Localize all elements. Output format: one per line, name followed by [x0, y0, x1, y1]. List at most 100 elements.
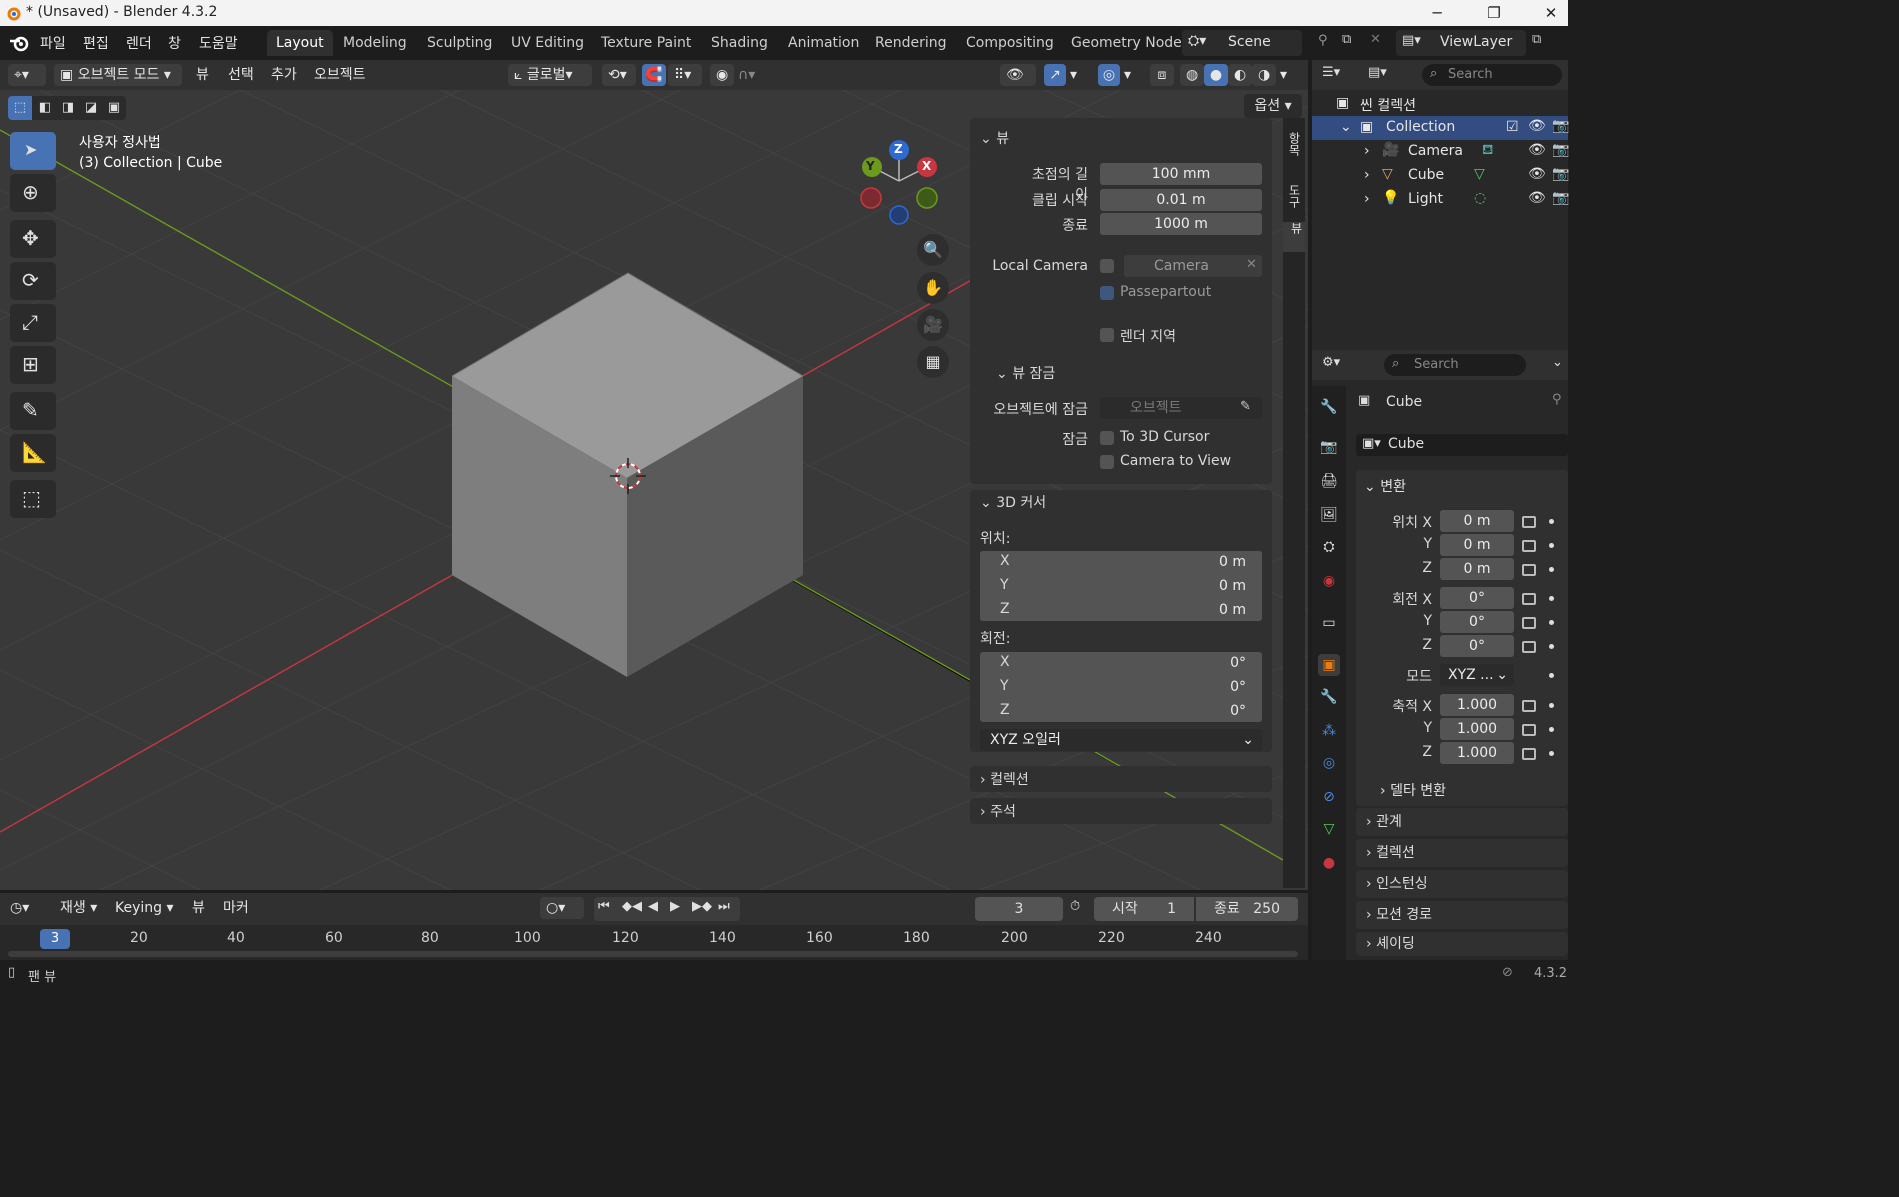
auto-keying-icon[interactable]: ○▾ [540, 897, 584, 919]
shading-section[interactable]: › 셰이딩 [1356, 932, 1568, 956]
keyframe-dot-icon[interactable] [1549, 703, 1554, 708]
cursor-loc-z-field[interactable]: 0 m [980, 599, 1262, 621]
menu-object[interactable]: 오브젝트 [314, 64, 366, 86]
select-extend-icon[interactable]: ◧ [34, 96, 56, 120]
timeline-view-menu[interactable]: 뷰 [192, 897, 205, 919]
timeline-ruler[interactable]: 3 20 40 60 80 100 120 140 160 180 200 22… [0, 925, 1308, 960]
tab-texture-paint[interactable]: Texture Paint [592, 30, 700, 56]
snap-toggle-icon[interactable]: 🧲 [642, 64, 666, 86]
menu-view[interactable]: 뷰 [196, 64, 209, 86]
scene-selector[interactable]: ⛭▾ Scene [1182, 30, 1302, 56]
display-mode-icon[interactable]: ▤▾ [1368, 65, 1387, 80]
outliner-search-input[interactable]: ⌕ Search [1422, 64, 1562, 86]
orientation-dropdown[interactable]: ⟀ 글로벌▾ [508, 64, 592, 86]
outliner-item-light[interactable]: › 💡 Light ◌ 👁 📷 [1312, 188, 1569, 212]
solid-shading-icon[interactable]: ● [1204, 64, 1228, 86]
properties-editor-icon[interactable]: ⚙▾ [1322, 355, 1340, 370]
gizmo-toggle-icon[interactable]: ↗ [1044, 64, 1066, 86]
keyframe-dot-icon[interactable] [1549, 673, 1554, 678]
tab-compositing[interactable]: Compositing [957, 30, 1063, 56]
light-data-icon[interactable]: ◌ [1474, 190, 1486, 206]
mesh-data-icon[interactable]: ▽ [1474, 166, 1485, 182]
render-camera-icon[interactable]: 📷 [1552, 142, 1569, 158]
tab-uv-editing[interactable]: UV Editing [502, 30, 593, 56]
editor-type-icon[interactable]: ⌖▾ [8, 64, 46, 86]
expand-chevron-icon[interactable]: › [1364, 167, 1370, 183]
keyframe-dot-icon[interactable] [1549, 596, 1554, 601]
eye-icon[interactable]: 👁 [1528, 142, 1546, 158]
snap-target-icon[interactable]: ⠿▾ [668, 64, 702, 86]
cursor-rot-z-field[interactable]: 0° [980, 700, 1262, 722]
outliner-editor-icon[interactable]: ☰▾ [1322, 65, 1340, 80]
expand-chevron-icon[interactable]: › [1364, 143, 1370, 159]
scale-x-field[interactable]: 1.000 [1440, 694, 1514, 716]
select-subtract-icon[interactable]: ◨ [57, 96, 79, 120]
view-layer-tab-icon[interactable]: 🖼 [1318, 504, 1340, 526]
xray-icon[interactable]: ⧈ [1150, 64, 1174, 86]
select-invert-icon[interactable]: ◪ [80, 96, 102, 120]
view-layer-selector[interactable]: ▤▾ ViewLayer [1396, 30, 1526, 56]
tab-modeling[interactable]: Modeling [334, 30, 416, 56]
eye-icon[interactable]: 👁 [1528, 166, 1546, 182]
location-x-field[interactable]: 0 m [1440, 510, 1514, 532]
new-scene-icon[interactable]: ⧉ [1342, 32, 1351, 47]
stopwatch-icon[interactable]: ⏱ [1070, 899, 1080, 914]
collection-row[interactable]: ⌄ ▣ Collection ☑ 👁 📷 [1312, 116, 1569, 140]
properties-search-input[interactable]: ⌕ Search [1384, 354, 1526, 376]
gizmo-z-label[interactable]: Z [894, 142, 903, 156]
transform-header[interactable]: ⌄ 변환 [1364, 476, 1406, 496]
lock-icon[interactable] [1522, 516, 1536, 528]
keyframe-dot-icon[interactable] [1549, 727, 1554, 732]
lock-icon[interactable] [1522, 641, 1536, 653]
lock-object-field[interactable]: 오브젝트 [1100, 397, 1262, 419]
cursor-rot-y-field[interactable]: 0° [980, 676, 1262, 698]
jump-end-icon[interactable]: ⏭ [718, 899, 730, 914]
transform-tool[interactable]: ⊞ [10, 346, 56, 384]
local-camera-checkbox[interactable] [1100, 259, 1114, 273]
play-reverse-icon[interactable]: ◀ [648, 899, 658, 914]
prev-keyframe-icon[interactable]: ◆◀ [622, 899, 642, 914]
menu-window[interactable]: 창 [168, 33, 181, 53]
chevron-down-icon[interactable]: ⌄ [1552, 355, 1563, 370]
tab-tool[interactable]: 도구 [1286, 184, 1303, 208]
play-icon[interactable]: ▶ [670, 899, 680, 914]
pan-hand-icon[interactable]: ✋ [917, 272, 949, 304]
lock-icon[interactable] [1522, 564, 1536, 576]
rotation-mode-dropdown[interactable]: XYZ ... ⌄ [1440, 664, 1514, 686]
menu-select[interactable]: 선택 [228, 64, 254, 86]
location-z-field[interactable]: 0 m [1440, 558, 1514, 580]
blender-menu-icon[interactable] [8, 33, 32, 53]
scale-tool[interactable]: ⤢ [10, 304, 56, 342]
select-intersect-icon[interactable]: ▣ [103, 96, 125, 120]
rotation-x-field[interactable]: 0° [1440, 587, 1514, 609]
keyframe-dot-icon[interactable] [1549, 543, 1554, 548]
tab-view[interactable]: 뷰 [1283, 222, 1305, 252]
material-shading-icon[interactable]: ◐ [1228, 64, 1252, 86]
keying-menu[interactable]: Keying ▾ [115, 897, 174, 919]
add-cube-tool[interactable]: ⬚ [10, 480, 56, 518]
gizmo-y-label[interactable]: Y [866, 159, 875, 173]
tab-shading[interactable]: Shading [702, 30, 777, 56]
motion-paths-section[interactable]: › 모션 경로 [1356, 901, 1568, 929]
proportional-edit-icon[interactable]: ◉ [710, 64, 734, 86]
current-frame-field[interactable]: 3 [975, 897, 1063, 921]
playhead-marker[interactable]: 3 [40, 929, 70, 949]
playback-menu[interactable]: 재생 ▾ [60, 897, 97, 919]
camera-to-view-checkbox[interactable] [1100, 455, 1114, 469]
modifier-tab-icon[interactable]: 🔧 [1318, 686, 1340, 708]
view-lock-header[interactable]: ⌄ 뷰 잠금 [996, 363, 1055, 383]
clip-end-field[interactable]: 1000 m [1100, 213, 1262, 235]
world-tab-icon[interactable]: ◉ [1318, 570, 1340, 592]
lock-icon[interactable] [1522, 748, 1536, 760]
menu-add[interactable]: 추가 [271, 64, 297, 86]
render-tab-icon[interactable]: 📷 [1318, 436, 1340, 458]
collections-section[interactable]: › 컬렉션 [1356, 839, 1568, 867]
keyframe-dot-icon[interactable] [1549, 567, 1554, 572]
scale-y-field[interactable]: 1.000 [1440, 718, 1514, 740]
close-window-button[interactable]: ✕ [1528, 2, 1574, 24]
maximize-button[interactable]: ❐ [1471, 2, 1517, 24]
cursor-loc-x-field[interactable]: 0 m [980, 551, 1262, 573]
shading-dropdown-icon[interactable]: ▾ [1280, 64, 1287, 86]
render-camera-icon[interactable]: 📷 [1552, 190, 1569, 206]
lock-icon[interactable] [1522, 700, 1536, 712]
